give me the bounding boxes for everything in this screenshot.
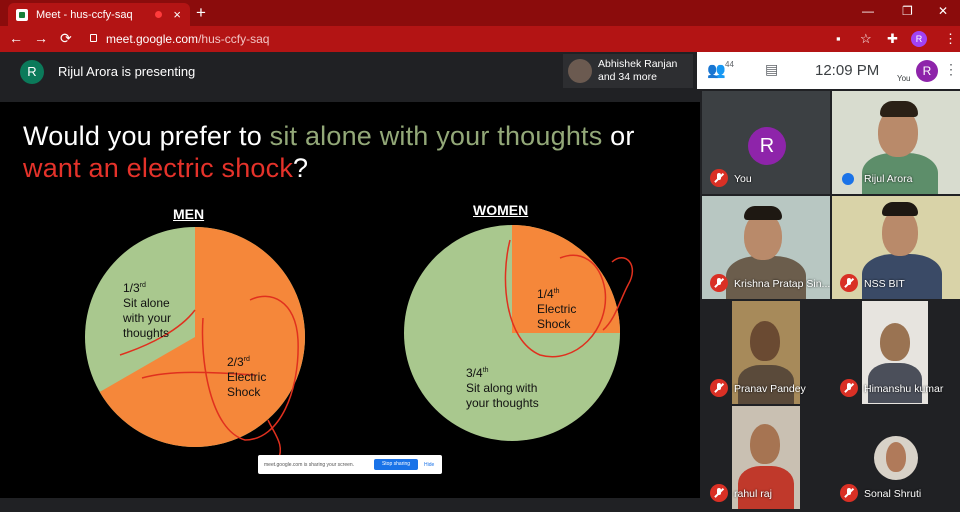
meet-controls: 👥 44 ▤ 12:09 PM You R ⋮ [697, 52, 960, 89]
women-alone-label: 3/4th Sit along with your thoughts [466, 366, 539, 410]
you-label: You [897, 74, 911, 83]
mic-off-icon [840, 274, 858, 292]
participant-name: Pranav Pandey [734, 383, 806, 395]
pie-charts [85, 225, 634, 461]
participant-tile[interactable]: Sonal Shruti [832, 406, 960, 509]
close-window-button[interactable]: ✕ [938, 4, 948, 18]
mic-off-icon [840, 379, 858, 397]
participant-name: NSS BIT [864, 278, 905, 290]
more-options-icon[interactable]: ⋮ [944, 61, 958, 78]
people-icon[interactable]: 👥 [707, 61, 726, 79]
participant-tile[interactable]: Pranav Pandey [702, 301, 830, 404]
participant-name: rahul raj [734, 488, 772, 500]
men-shock-label: 2/3rd Electric Shock [227, 355, 267, 399]
participant-count: 44 [725, 60, 734, 69]
chat-icon[interactable]: ▤ [765, 61, 778, 78]
participant-tile[interactable]: Himanshu kumar [832, 301, 960, 404]
men-alone-label: 1/3rd Sit alone with your thoughts [123, 281, 172, 340]
star-icon[interactable]: ☆ [860, 31, 872, 47]
participant-tile[interactable]: R You [702, 91, 830, 194]
self-avatar[interactable]: R [916, 60, 938, 82]
participant-tile[interactable]: NSS BIT [832, 196, 960, 299]
minimize-button[interactable]: — [862, 4, 874, 18]
mic-off-icon [710, 379, 728, 397]
camera-icon[interactable]: ▪ [836, 31, 841, 46]
stop-sharing-button[interactable]: Stop sharing [374, 459, 418, 470]
participant-tile[interactable]: Rijul Arora [832, 91, 960, 194]
hide-banner-button[interactable]: Hide [424, 462, 434, 468]
participant-name: Krishna Pratap Sin... [734, 278, 830, 290]
mic-off-icon [710, 169, 728, 187]
mic-off-icon [710, 484, 728, 502]
participant-tile[interactable]: rahul raj [702, 406, 830, 509]
mic-off-icon [840, 484, 858, 502]
women-shock-label: 1/4th Electric Shock [537, 287, 577, 331]
screen-share-banner: meet.google.com is sharing your screen. … [258, 455, 442, 474]
maximize-button[interactable]: ❐ [902, 4, 913, 18]
participant-name: Rijul Arora [864, 173, 913, 185]
participant-name: You [734, 173, 752, 185]
participant-name: Sonal Shruti [864, 488, 922, 500]
menu-icon[interactable]: ⋮ [944, 31, 957, 47]
video-feed [874, 436, 918, 480]
participant-name: Himanshu kumar [864, 383, 944, 395]
share-banner-text: meet.google.com is sharing your screen. [264, 462, 355, 468]
speaking-indicator-icon [842, 173, 854, 185]
browser-profile-avatar[interactable]: R [911, 31, 927, 47]
mic-off-icon [710, 274, 728, 292]
participant-avatar: R [748, 127, 786, 165]
participant-grid: R You Rijul Arora Krishna Pratap Sin... … [700, 89, 960, 512]
extensions-icon[interactable]: ✚ [887, 31, 898, 47]
clock: 12:09 PM [815, 62, 880, 79]
participant-tile[interactable]: Krishna Pratap Sin... [702, 196, 830, 299]
